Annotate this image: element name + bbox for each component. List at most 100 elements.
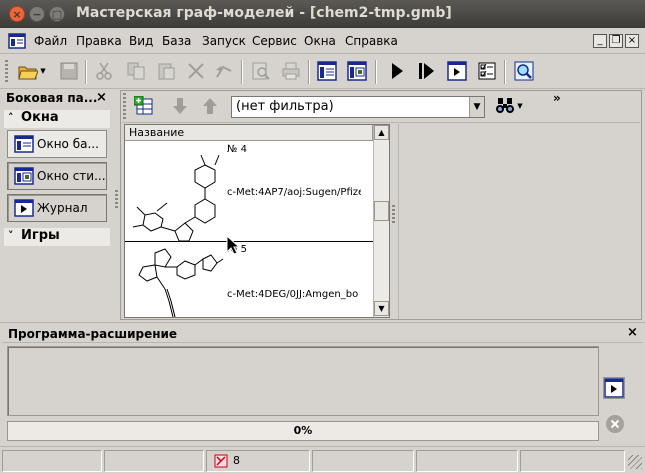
step-button[interactable] [414,58,440,84]
status-count: 8 [233,454,240,467]
table-window-icon [317,61,337,81]
scroll-down-arrow-icon[interactable]: ▼ [374,301,389,316]
table-window-icon [14,135,34,153]
menu-bar: Файл Правка Вид База Запуск Сервис Окна … [0,28,645,54]
binoculars-icon [496,98,515,113]
divider [2,342,643,343]
filter-dropdown-arrow-icon[interactable]: ▼ [469,97,484,117]
paste-button[interactable] [153,58,179,84]
run-extension-button[interactable] [603,377,625,399]
side-button-style-window[interactable]: Окно сти... [7,162,107,190]
find-button[interactable]: ▼ [489,93,529,119]
stop-extension-button[interactable] [603,412,627,436]
side-button-journal[interactable]: Журнал [7,194,107,222]
journal-icon [447,61,467,81]
status-bar: 8 [0,446,645,474]
play-icon [392,63,403,79]
status-cell [416,450,518,472]
mdi-restore-icon[interactable]: ❐ [609,34,623,48]
menu-database[interactable]: База [162,34,191,48]
arrow-down-icon [173,98,187,114]
add-item-button[interactable] [131,93,157,119]
save-button[interactable] [56,58,82,84]
paste-icon [158,63,175,80]
base-window-button[interactable] [314,58,340,84]
filter-select[interactable]: (нет фильтра) [231,96,485,118]
group-games-label: Игры [21,228,60,243]
undo-button[interactable] [211,58,237,84]
extension-panel-close-icon[interactable]: × [627,325,638,340]
chevron-down-icon: ˅ [8,229,14,242]
menu-file[interactable]: Файл [34,34,67,48]
model-list[interactable]: № 4 c-Met:4AP7/aoj:Sugen/Pfize № 5 c-Met… [124,124,390,318]
main-toolbar: ▼ [0,55,645,89]
arrow-up-icon [203,98,217,114]
copy-button[interactable] [123,58,149,84]
side-button-label: Журнал [37,201,88,215]
list-vertical-scrollbar[interactable]: ▲ ▼ [373,125,389,317]
resize-grip-icon[interactable] [628,455,642,469]
list-item-label: c-Met:4DEG/0JJ:Amgen_bo [227,289,359,300]
cut-button[interactable] [91,58,117,84]
run-button[interactable] [384,58,410,84]
menu-help[interactable]: Справка [345,34,398,48]
menu-view[interactable]: Вид [129,34,153,48]
app-doc-icon[interactable] [8,33,26,49]
divider [122,122,640,123]
side-button-base-window[interactable]: Окно ба... [7,130,107,158]
group-windows-header[interactable]: ˄ Окна [4,110,110,128]
checklist-button[interactable] [474,58,500,84]
progress-bar: 0% [7,421,599,441]
group-games-header[interactable]: ˅ Игры [4,228,110,246]
open-folder-icon [18,66,39,80]
style-window-button[interactable] [344,58,370,84]
window-maximize-button[interactable]: □ [49,6,65,22]
zoom-magnifier-icon [514,61,534,81]
extension-panel-title: Программа-расширение [8,327,178,341]
journal-button[interactable] [444,58,470,84]
scroll-thumb[interactable] [374,201,389,221]
list-item-index: № 4 [227,144,247,155]
style-window-icon [14,167,34,185]
status-cell [520,450,625,472]
scissors-icon [96,62,112,80]
scroll-up-arrow-icon[interactable]: ▲ [374,125,389,140]
print-preview-button[interactable] [248,58,274,84]
group-windows-label: Окна [21,110,59,125]
move-up-button[interactable] [197,93,223,119]
menu-service[interactable]: Сервис [252,34,297,48]
move-down-button[interactable] [167,93,193,119]
side-button-label: Окно ба... [37,137,99,151]
delete-button[interactable] [183,58,209,84]
copy-icon [127,62,145,80]
journal-icon [14,199,34,217]
menu-edit[interactable]: Правка [76,34,122,48]
print-button[interactable] [278,58,304,84]
magnifier-icon [252,62,270,80]
journal-icon [604,378,624,398]
window-minimize-button[interactable]: − [29,6,45,22]
toolbar-grip[interactable] [5,60,8,84]
toolbar-separator [85,60,87,84]
toolbar-separator [241,60,243,84]
mdi-close-icon[interactable]: × [625,34,639,48]
inner-toolbar-grip[interactable] [123,93,126,119]
vertical-splitter-handle[interactable] [392,205,395,225]
window-title: Мастерская граф-моделей - [chem2-tmp.gmb… [76,5,452,21]
molecule-structure-icon [138,248,224,317]
mdi-minimize-icon[interactable]: _ [593,34,607,48]
extension-output-area[interactable] [7,346,599,416]
vertical-splitter-handle[interactable] [115,190,118,210]
zoom-button[interactable] [511,58,537,84]
menu-run[interactable]: Запуск [202,34,246,48]
delete-x-icon [188,63,204,79]
add-table-icon [134,96,153,115]
menu-windows[interactable]: Окна [304,34,336,48]
stop-circle-icon [606,415,624,433]
window-close-button[interactable]: × [9,6,25,22]
status-cell [104,450,204,472]
column-header-name[interactable]: Название [125,125,373,141]
toolbar-overflow-icon[interactable]: » [553,91,561,105]
side-panel-close-icon[interactable]: × [96,90,107,105]
open-button[interactable]: ▼ [14,58,50,84]
